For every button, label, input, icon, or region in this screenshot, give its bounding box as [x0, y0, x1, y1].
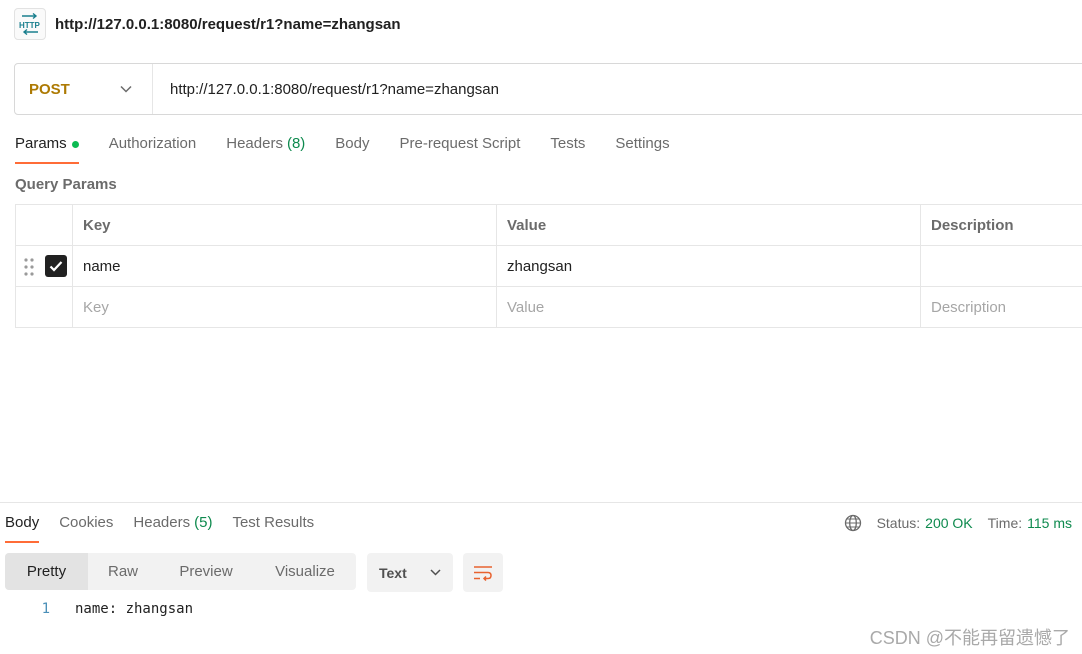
row-control-cell [15, 245, 73, 287]
tab-label: Settings [615, 135, 670, 152]
drag-handle-icon[interactable] [24, 258, 34, 276]
query-params-table: Key Value Description name zhangsan Key … [15, 204, 1082, 328]
status-label: Status: [876, 515, 921, 531]
header-control-cell [15, 204, 73, 246]
watermark: CSDN @不能再留遗憾了 [869, 628, 1070, 648]
table-row-empty: Key Value Description [15, 286, 1082, 328]
param-enabled-checkbox[interactable] [45, 255, 67, 277]
header-value: Value [496, 204, 921, 246]
new-value-input[interactable]: Value [496, 286, 921, 328]
globe-icon[interactable] [844, 514, 862, 532]
request-title[interactable]: http://127.0.0.1:8080/request/r1?name=zh… [55, 16, 401, 33]
tab-label: Pre-request Script [399, 135, 521, 152]
tab-settings[interactable]: Settings [615, 128, 669, 164]
response-status-area: Status: 200 OK Time: 115 ms [844, 512, 1072, 534]
param-description-cell[interactable] [920, 245, 1082, 287]
new-key-input[interactable]: Key [72, 286, 497, 328]
param-value-cell[interactable]: zhangsan [496, 245, 921, 287]
tab-label: Body [5, 514, 40, 531]
status-value[interactable]: 200 OK [925, 515, 972, 531]
table-row: name zhangsan [15, 245, 1082, 287]
tab-label: Headers [226, 135, 283, 152]
tab-params[interactable]: Params [15, 128, 79, 164]
row-control-cell [15, 286, 73, 328]
tab-label: Authorization [108, 135, 197, 152]
wrap-lines-button[interactable] [463, 553, 503, 592]
tab-authorization[interactable]: Authorization [109, 128, 197, 164]
tab-count: (5) [194, 514, 213, 531]
tab-label: Tests [550, 135, 586, 152]
url-input[interactable]: http://127.0.0.1:8080/request/r1?name=zh… [170, 81, 499, 98]
response-tab-cookies[interactable]: Cookies [59, 507, 113, 543]
view-visualize-button[interactable]: Visualize [254, 553, 356, 590]
params-active-dot-icon [71, 141, 79, 148]
response-tab-test-results[interactable]: Test Results [232, 507, 314, 543]
url-bar: POST http://127.0.0.1:8080/request/r1?na… [14, 63, 1082, 115]
tab-tests[interactable]: Tests [550, 128, 585, 164]
method-select[interactable]: POST [15, 64, 153, 114]
line-content[interactable]: name: zhangsan [75, 601, 193, 617]
response-tabs: Body Cookies Headers (5) Test Results [5, 507, 334, 543]
line-number: 1 [41, 601, 50, 617]
response-view-toggle: Pretty Raw Preview Visualize [5, 553, 356, 590]
chevron-down-icon [120, 85, 132, 93]
header-key: Key [72, 204, 497, 246]
response-tab-headers[interactable]: Headers (5) [133, 507, 212, 543]
table-header-row: Key Value Description [15, 204, 1082, 246]
tab-label: Test Results [232, 514, 315, 531]
format-label: Text [379, 564, 407, 581]
chevron-down-icon [430, 569, 441, 576]
tab-label: Headers [133, 514, 191, 531]
response-divider[interactable] [0, 502, 1082, 503]
response-tab-body[interactable]: Body [5, 507, 40, 543]
time-value[interactable]: 115 ms [1027, 515, 1072, 531]
response-code-line: 1 name: zhangsan [0, 599, 193, 619]
query-params-title: Query Params [15, 176, 117, 193]
tab-headers[interactable]: Headers (8) [226, 128, 305, 164]
http-icon-label: HTTP [19, 21, 41, 30]
format-select[interactable]: Text [367, 553, 453, 592]
time-label: Time: [987, 515, 1023, 531]
tab-label: Cookies [59, 514, 114, 531]
wrap-lines-icon [474, 565, 492, 581]
view-raw-button[interactable]: Raw [88, 553, 158, 590]
view-pretty-button[interactable]: Pretty [5, 553, 88, 590]
new-description-input[interactable]: Description [920, 286, 1082, 328]
param-key-cell[interactable]: name [72, 245, 497, 287]
header-description: Description [920, 204, 1082, 246]
tab-count: (8) [286, 135, 306, 152]
check-icon [49, 261, 63, 272]
method-label: POST [29, 80, 70, 98]
request-title-row: HTTP http://127.0.0.1:8080/request/r1?na… [14, 8, 401, 40]
request-tabs: Params Authorization Headers (8) Body Pr… [15, 128, 700, 164]
tab-body[interactable]: Body [335, 128, 369, 164]
tab-label: Body [335, 135, 370, 152]
http-request-icon: HTTP [14, 8, 46, 40]
tab-pre-request-script[interactable]: Pre-request Script [400, 128, 521, 164]
tab-label: Params [15, 135, 67, 152]
view-preview-button[interactable]: Preview [158, 553, 254, 590]
